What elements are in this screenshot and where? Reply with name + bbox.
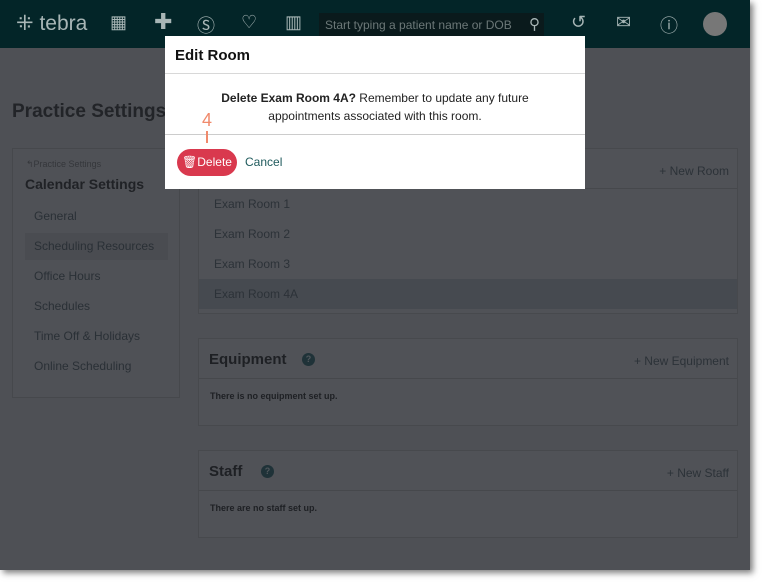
breadcrumb[interactable]: ↰Practice Settings bbox=[26, 159, 101, 170]
sidebar-item-schedules[interactable]: Schedules bbox=[25, 293, 168, 320]
search-icon[interactable]: ⚲ bbox=[529, 15, 540, 33]
sidebar-item-scheduling-resources[interactable]: Scheduling Resources bbox=[25, 233, 168, 260]
sidebar-item-online-scheduling[interactable]: Online Scheduling bbox=[25, 353, 168, 380]
help-icon[interactable]: ⓘ bbox=[660, 12, 678, 38]
sidebar-heading: Calendar Settings bbox=[25, 176, 145, 192]
room-row[interactable]: Exam Room 1 bbox=[199, 189, 737, 219]
tebra-logo[interactable]: ⁜ tebra bbox=[16, 11, 87, 36]
delete-button[interactable]: 🗑Delete bbox=[177, 149, 237, 176]
logo-text: tebra bbox=[39, 12, 88, 35]
new-equipment-button[interactable]: + New Equipment bbox=[634, 354, 729, 368]
step-annotation-line bbox=[206, 131, 208, 143]
history-icon[interactable]: ↺ bbox=[571, 12, 586, 33]
billing-icon[interactable]: Ⓢ bbox=[197, 12, 215, 38]
new-room-label: New Room bbox=[669, 164, 729, 178]
equipment-title: Equipment bbox=[209, 351, 287, 368]
cancel-button[interactable]: Cancel bbox=[245, 155, 282, 169]
clinical-icon[interactable]: ✚ bbox=[154, 9, 172, 35]
room-row-selected[interactable]: Exam Room 4A bbox=[199, 279, 737, 309]
apps-icon[interactable]: ▦ bbox=[110, 12, 127, 33]
edit-room-dialog: Edit Room Delete Exam Room 4A? Remember … bbox=[165, 36, 585, 189]
app-window: ⁜ tebra ▦ ✚ Ⓢ ♡ ▥ Start typing a patient… bbox=[0, 0, 750, 570]
staff-empty-text: There are no staff set up. bbox=[210, 503, 318, 513]
reports-icon[interactable]: ▥ bbox=[285, 12, 302, 33]
new-staff-label: New Staff bbox=[677, 466, 729, 480]
sidebar-item-office-hours[interactable]: Office Hours bbox=[25, 263, 168, 290]
room-row[interactable]: Exam Room 3 bbox=[199, 249, 737, 279]
avatar[interactable] bbox=[703, 12, 727, 36]
sidebar-item-time-off[interactable]: Time Off & Holidays bbox=[25, 323, 168, 350]
new-equipment-label: New Equipment bbox=[644, 354, 729, 368]
equipment-empty-text: There is no equipment set up. bbox=[210, 391, 338, 401]
patient-engagement-icon[interactable]: ♡ bbox=[241, 12, 257, 33]
dialog-message-bold: Delete Exam Room 4A? bbox=[221, 91, 356, 105]
new-room-button[interactable]: + New Room bbox=[659, 164, 729, 178]
trash-icon: 🗑 bbox=[182, 155, 198, 169]
help-icon[interactable]: ? bbox=[261, 465, 274, 478]
page-title: Practice Settings bbox=[12, 101, 167, 122]
search-placeholder: Start typing a patient name or DOB bbox=[325, 18, 512, 32]
new-staff-button[interactable]: + New Staff bbox=[667, 466, 729, 480]
staff-title: Staff bbox=[209, 463, 243, 480]
settings-sidebar: ↰Practice Settings Calendar Settings Gen… bbox=[12, 148, 180, 398]
dialog-message: Delete Exam Room 4A? Remember to update … bbox=[165, 74, 585, 135]
mail-icon[interactable]: ✉ bbox=[616, 12, 631, 33]
help-icon[interactable]: ? bbox=[302, 353, 315, 366]
breadcrumb-text: Practice Settings bbox=[33, 159, 102, 169]
room-row[interactable]: Exam Room 2 bbox=[199, 219, 737, 249]
step-annotation: 4 bbox=[202, 110, 213, 130]
staff-panel: Staff? + New Staff There are no staff set… bbox=[198, 450, 738, 538]
equipment-panel: Equipment? + New Equipment There is no eq… bbox=[198, 338, 738, 426]
dialog-title: Edit Room bbox=[165, 36, 585, 74]
sidebar-item-general[interactable]: General bbox=[25, 203, 168, 230]
patient-search-input[interactable]: Start typing a patient name or DOB ⚲ bbox=[319, 13, 544, 37]
delete-label: Delete bbox=[197, 155, 232, 169]
